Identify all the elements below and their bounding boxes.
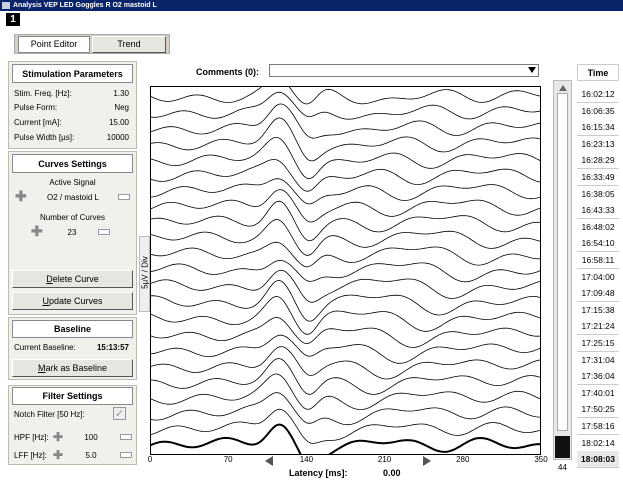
time-list-item[interactable]: 17:25:15 [577, 335, 619, 352]
time-list-item[interactable]: 16:58:11 [577, 252, 619, 269]
time-list-item[interactable]: 17:50:25 [577, 401, 619, 419]
number-of-curves-picker[interactable] [98, 229, 110, 235]
tab-trend[interactable]: Trend [92, 36, 166, 53]
time-list-item[interactable]: 16:54:10 [577, 235, 619, 253]
time-list-item[interactable]: 16:02:12 [577, 86, 619, 103]
time-list-item[interactable]: 17:15:38 [577, 301, 619, 319]
active-signal-value[interactable]: O2 / mastoid L [29, 192, 117, 203]
time-list-item[interactable]: 18:02:14 [577, 434, 619, 452]
scroll-track[interactable] [557, 93, 568, 431]
time-list-item[interactable]: 17:58:16 [577, 418, 619, 435]
chart-frame [150, 86, 541, 455]
time-list-item[interactable]: 16:38:05 [577, 185, 619, 203]
chevron-down-icon [528, 67, 536, 73]
stimulation-panel: Stimulation Parameters Stim. Freq. [Hz]:… [8, 61, 137, 149]
x-tick-label: 280 [456, 455, 470, 464]
active-signal-label: Active Signal [49, 178, 96, 187]
time-list-item[interactable]: 16:23:13 [577, 135, 619, 153]
curve-count-label: 44 [558, 463, 567, 472]
hpf-adjust-icon[interactable]: ✚ [53, 431, 63, 443]
x-axis-label: Latency [ms]: [289, 468, 348, 478]
delete-curve-button[interactable]: Delete Curve [12, 270, 133, 288]
pulse-form-label: Pulse Form: [14, 103, 58, 112]
x-tick-label: 70 [223, 455, 233, 464]
filter-panel: Filter Settings Notch Filter [50 Hz]: ✓ … [8, 385, 137, 465]
time-list-item[interactable]: 17:09:48 [577, 285, 619, 303]
add-curves-icon[interactable]: ✚ [31, 224, 43, 238]
lpf-picker[interactable] [120, 452, 132, 458]
current-baseline-label: Current Baseline: [14, 343, 76, 352]
time-list-item[interactable]: 16:15:34 [577, 119, 619, 137]
time-list-header: Time [577, 64, 619, 81]
cursor-left-arrow-icon[interactable] [265, 456, 273, 466]
time-list-item[interactable]: 17:21:24 [577, 318, 619, 336]
time-list-item[interactable]: 16:06:35 [577, 102, 619, 120]
lpf-label: LFF [Hz]: [14, 451, 47, 460]
baseline-header: Baseline [12, 320, 133, 338]
scroll-thumb[interactable] [555, 436, 570, 458]
number-of-curves-label: Number of Curves [40, 213, 105, 222]
lpf-adjust-icon[interactable]: ✚ [53, 449, 63, 461]
filter-header: Filter Settings [12, 387, 133, 405]
time-list-item[interactable]: 17:40:01 [577, 384, 619, 402]
window-title: Analysis VEP LED Goggles R O2 mastoid L [13, 2, 157, 9]
pulse-form-value: Neg [114, 103, 129, 112]
time-list-item[interactable]: 17:04:00 [577, 268, 619, 286]
x-tick-label: 350 [534, 455, 548, 464]
current-baseline-value: 15:13:57 [96, 343, 129, 352]
curves-panel: Curves Settings Active Signal ✚ O2 / mas… [8, 151, 137, 315]
update-curves-button[interactable]: Update Curves [12, 292, 133, 310]
notch-filter-checkbox[interactable]: ✓ [113, 407, 126, 420]
curves-header: Curves Settings [12, 154, 133, 173]
curve-scrollbar[interactable] [553, 80, 572, 460]
hpf-label: HPF [Hz]: [14, 433, 49, 442]
pulse-width-value: 10000 [106, 133, 129, 142]
baseline-panel: Baseline Current Baseline: 15:13:57 Mark… [8, 317, 137, 380]
comments-dropdown[interactable] [269, 64, 539, 77]
app-icon [2, 2, 10, 9]
comments-label: Comments (0): [196, 67, 260, 77]
time-list-item[interactable]: 16:33:49 [577, 169, 619, 186]
time-list-item[interactable]: 17:31:04 [577, 351, 619, 369]
stimulation-header: Stimulation Parameters [12, 64, 133, 83]
cursor-right-arrow-icon[interactable] [423, 456, 431, 466]
latency-value: 0.00 [383, 468, 401, 478]
waveform-chart[interactable] [150, 86, 541, 455]
tab-point-editor[interactable]: Point Editor [18, 36, 90, 53]
x-tick-label: 140 [299, 455, 314, 464]
window-title-bar: Analysis VEP LED Goggles R O2 mastoid L [0, 0, 623, 11]
active-signal-picker[interactable] [118, 194, 130, 200]
hpf-picker[interactable] [120, 434, 132, 440]
time-list-item[interactable]: 16:43:33 [577, 202, 619, 220]
mark-as-baseline-button[interactable]: Mark as Baseline [12, 359, 133, 377]
tab-bar: Point Editor Trend [14, 34, 170, 54]
stim-freq-value: 1.30 [113, 89, 129, 98]
x-tick-label: 0 [147, 455, 153, 464]
x-axis-ticks: 0 70 140 210 280 350 [148, 455, 548, 467]
stim-freq-label: Stim. Freq. [Hz]: [14, 89, 72, 98]
current-label: Current [mA]: [14, 118, 62, 127]
current-value: 15.00 [108, 118, 129, 127]
pulse-width-label: Pulse Width [µs]: [14, 133, 75, 142]
add-signal-icon[interactable]: ✚ [15, 189, 27, 203]
hpf-value[interactable]: 100 [79, 432, 103, 443]
page-number-badge: 1 [6, 13, 20, 26]
time-list-item[interactable]: 18:08:03 [577, 451, 619, 469]
time-list-item[interactable]: 16:48:02 [577, 218, 619, 236]
lpf-value[interactable]: 5.0 [79, 450, 103, 461]
time-list-item[interactable]: 17:36:04 [577, 368, 619, 386]
number-of-curves-value[interactable]: 23 [57, 227, 87, 238]
x-tick-label: 210 [377, 455, 392, 464]
scroll-up-icon[interactable] [559, 85, 567, 91]
time-list-item[interactable]: 16:28:29 [577, 152, 619, 170]
y-axis-label: 5µV / Div [140, 256, 150, 289]
notch-filter-label: Notch Filter [50 Hz]: [14, 410, 85, 419]
